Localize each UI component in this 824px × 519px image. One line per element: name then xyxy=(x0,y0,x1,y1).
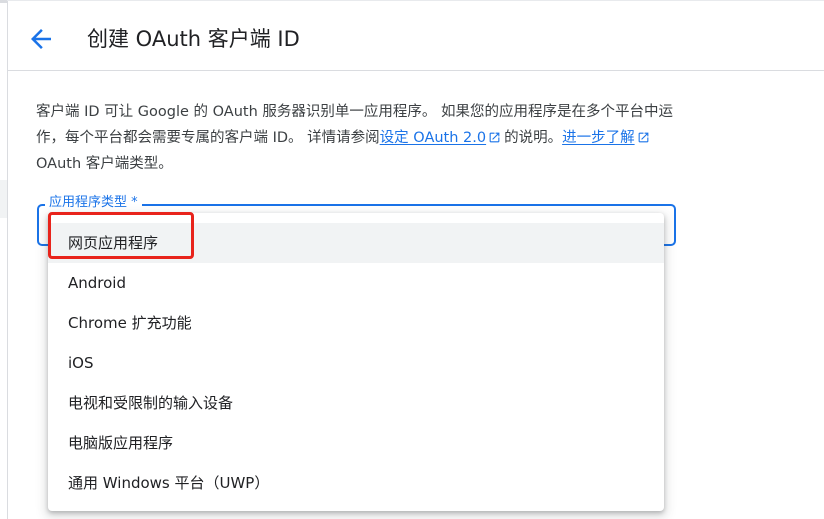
learn-more-link[interactable]: 进一步了解 xyxy=(562,130,635,146)
left-divider-cap xyxy=(0,0,7,3)
page: 创建 OAuth 客户端 ID 客户端 ID 可让 Google 的 OAuth… xyxy=(0,0,824,519)
description-text: OAuth 客户端类型。 xyxy=(36,156,173,172)
arrow-back-icon xyxy=(31,29,51,49)
option-chrome-extension[interactable]: Chrome 扩充功能 xyxy=(48,303,664,343)
open-in-new-icon xyxy=(489,132,500,143)
page-header: 创建 OAuth 客户端 ID xyxy=(8,0,824,71)
back-button[interactable] xyxy=(26,24,56,54)
option-tv-limited-input[interactable]: 电视和受限制的输入设备 xyxy=(48,383,664,423)
sidebar-edge xyxy=(0,180,7,218)
description-text: 的说明。 xyxy=(504,130,563,146)
option-uwp[interactable]: 通用 Windows 平台（UWP） xyxy=(48,463,664,503)
app-type-dropdown: 网页应用程序 Android Chrome 扩充功能 iOS 电视和受限制的输入… xyxy=(48,213,664,511)
open-in-new-icon xyxy=(638,132,648,143)
option-android[interactable]: Android xyxy=(48,263,664,303)
option-desktop-app[interactable]: 电脑版应用程序 xyxy=(48,423,664,463)
app-type-label: 应用程序类型 * xyxy=(45,195,142,211)
page-title: 创建 OAuth 客户端 ID xyxy=(87,27,300,51)
oauth-setup-link[interactable]: 设定 OAuth 2.0 xyxy=(380,130,486,146)
option-web-app[interactable]: 网页应用程序 xyxy=(48,223,664,263)
left-divider xyxy=(7,0,8,519)
option-ios[interactable]: iOS xyxy=(48,343,664,383)
description: 客户端 ID 可让 Google 的 OAuth 服务器识别单一应用程序。 如果… xyxy=(36,99,686,177)
